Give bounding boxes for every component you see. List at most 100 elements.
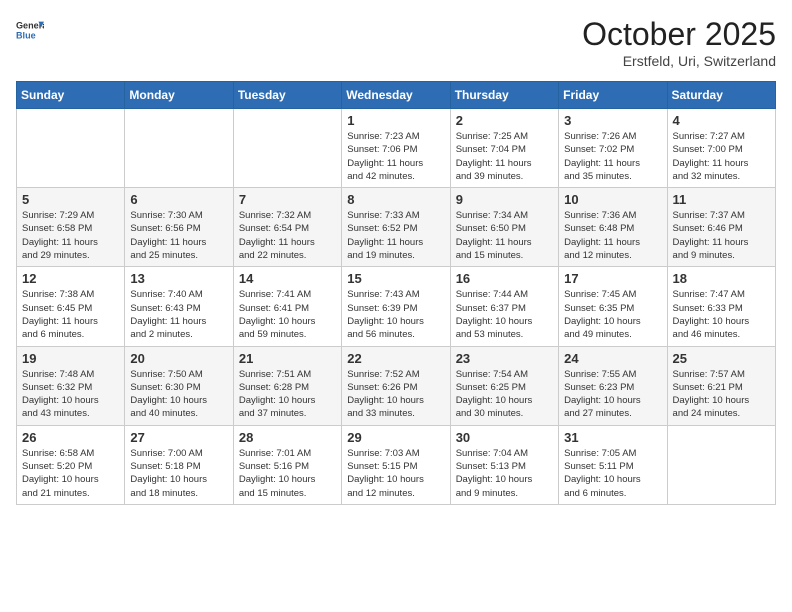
calendar-cell: 18 Sunrise: 7:47 AM Sunset: 6:33 PM Dayli…	[667, 267, 775, 346]
weekday-header-friday: Friday	[559, 82, 667, 109]
day-info: Sunrise: 7:37 AM Sunset: 6:46 PM Dayligh…	[673, 209, 770, 262]
weekday-header-row: SundayMondayTuesdayWednesdayThursdayFrid…	[17, 82, 776, 109]
calendar-cell: 28 Sunrise: 7:01 AM Sunset: 5:16 PM Dayli…	[233, 425, 341, 504]
day-number: 20	[130, 351, 227, 366]
day-number: 30	[456, 430, 553, 445]
calendar-cell: 29 Sunrise: 7:03 AM Sunset: 5:15 PM Dayli…	[342, 425, 450, 504]
weekday-header-saturday: Saturday	[667, 82, 775, 109]
calendar-cell: 5 Sunrise: 7:29 AM Sunset: 6:58 PM Daylig…	[17, 188, 125, 267]
calendar-cell: 22 Sunrise: 7:52 AM Sunset: 6:26 PM Dayli…	[342, 346, 450, 425]
day-info: Sunrise: 7:33 AM Sunset: 6:52 PM Dayligh…	[347, 209, 444, 262]
day-info: Sunrise: 7:48 AM Sunset: 6:32 PM Dayligh…	[22, 368, 119, 421]
day-info: Sunrise: 7:57 AM Sunset: 6:21 PM Dayligh…	[673, 368, 770, 421]
calendar-cell: 21 Sunrise: 7:51 AM Sunset: 6:28 PM Dayli…	[233, 346, 341, 425]
day-info: Sunrise: 7:54 AM Sunset: 6:25 PM Dayligh…	[456, 368, 553, 421]
day-number: 13	[130, 271, 227, 286]
day-info: Sunrise: 7:51 AM Sunset: 6:28 PM Dayligh…	[239, 368, 336, 421]
day-number: 15	[347, 271, 444, 286]
day-info: Sunrise: 7:45 AM Sunset: 6:35 PM Dayligh…	[564, 288, 661, 341]
weekday-header-tuesday: Tuesday	[233, 82, 341, 109]
day-number: 9	[456, 192, 553, 207]
calendar-week-3: 12 Sunrise: 7:38 AM Sunset: 6:45 PM Dayli…	[17, 267, 776, 346]
calendar-cell: 13 Sunrise: 7:40 AM Sunset: 6:43 PM Dayli…	[125, 267, 233, 346]
calendar-cell: 17 Sunrise: 7:45 AM Sunset: 6:35 PM Dayli…	[559, 267, 667, 346]
calendar-cell: 25 Sunrise: 7:57 AM Sunset: 6:21 PM Dayli…	[667, 346, 775, 425]
day-info: Sunrise: 7:25 AM Sunset: 7:04 PM Dayligh…	[456, 130, 553, 183]
day-info: Sunrise: 7:38 AM Sunset: 6:45 PM Dayligh…	[22, 288, 119, 341]
day-number: 3	[564, 113, 661, 128]
weekday-header-sunday: Sunday	[17, 82, 125, 109]
day-info: Sunrise: 7:01 AM Sunset: 5:16 PM Dayligh…	[239, 447, 336, 500]
day-number: 1	[347, 113, 444, 128]
day-info: Sunrise: 7:50 AM Sunset: 6:30 PM Dayligh…	[130, 368, 227, 421]
day-number: 12	[22, 271, 119, 286]
day-number: 27	[130, 430, 227, 445]
page-header: General Blue October 2025 Erstfeld, Uri,…	[16, 16, 776, 69]
calendar-cell: 7 Sunrise: 7:32 AM Sunset: 6:54 PM Daylig…	[233, 188, 341, 267]
calendar-cell: 11 Sunrise: 7:37 AM Sunset: 6:46 PM Dayli…	[667, 188, 775, 267]
calendar-cell: 1 Sunrise: 7:23 AM Sunset: 7:06 PM Daylig…	[342, 109, 450, 188]
day-number: 17	[564, 271, 661, 286]
calendar-cell: 30Sunrise: 7:04 AM Sunset: 5:13 PM Dayli…	[450, 425, 558, 504]
location-subtitle: Erstfeld, Uri, Switzerland	[582, 53, 776, 69]
calendar-cell: 16 Sunrise: 7:44 AM Sunset: 6:37 PM Dayli…	[450, 267, 558, 346]
day-info: Sunrise: 7:40 AM Sunset: 6:43 PM Dayligh…	[130, 288, 227, 341]
weekday-header-wednesday: Wednesday	[342, 82, 450, 109]
calendar-cell: 23Sunrise: 7:54 AM Sunset: 6:25 PM Dayli…	[450, 346, 558, 425]
day-info: Sunrise: 7:41 AM Sunset: 6:41 PM Dayligh…	[239, 288, 336, 341]
day-number: 31	[564, 430, 661, 445]
calendar-cell: 9 Sunrise: 7:34 AM Sunset: 6:50 PM Daylig…	[450, 188, 558, 267]
day-number: 22	[347, 351, 444, 366]
weekday-header-thursday: Thursday	[450, 82, 558, 109]
day-number: 5	[22, 192, 119, 207]
day-number: 7	[239, 192, 336, 207]
day-number: 21	[239, 351, 336, 366]
calendar-week-5: 26Sunrise: 6:58 AM Sunset: 5:20 PM Dayli…	[17, 425, 776, 504]
day-info: Sunrise: 7:47 AM Sunset: 6:33 PM Dayligh…	[673, 288, 770, 341]
day-info: Sunrise: 7:55 AM Sunset: 6:23 PM Dayligh…	[564, 368, 661, 421]
day-number: 16	[456, 271, 553, 286]
day-number: 25	[673, 351, 770, 366]
calendar-week-4: 19 Sunrise: 7:48 AM Sunset: 6:32 PM Dayli…	[17, 346, 776, 425]
calendar-cell: 19 Sunrise: 7:48 AM Sunset: 6:32 PM Dayli…	[17, 346, 125, 425]
day-info: Sunrise: 7:26 AM Sunset: 7:02 PM Dayligh…	[564, 130, 661, 183]
calendar-cell: 3 Sunrise: 7:26 AM Sunset: 7:02 PM Daylig…	[559, 109, 667, 188]
calendar-cell: 14 Sunrise: 7:41 AM Sunset: 6:41 PM Dayli…	[233, 267, 341, 346]
day-info: Sunrise: 7:32 AM Sunset: 6:54 PM Dayligh…	[239, 209, 336, 262]
day-info: Sunrise: 7:29 AM Sunset: 6:58 PM Dayligh…	[22, 209, 119, 262]
day-info: Sunrise: 7:27 AM Sunset: 7:00 PM Dayligh…	[673, 130, 770, 183]
day-info: Sunrise: 7:43 AM Sunset: 6:39 PM Dayligh…	[347, 288, 444, 341]
calendar-cell: 12 Sunrise: 7:38 AM Sunset: 6:45 PM Dayli…	[17, 267, 125, 346]
calendar-cell: 24Sunrise: 7:55 AM Sunset: 6:23 PM Dayli…	[559, 346, 667, 425]
day-info: Sunrise: 7:03 AM Sunset: 5:15 PM Dayligh…	[347, 447, 444, 500]
calendar-cell	[125, 109, 233, 188]
day-number: 26	[22, 430, 119, 445]
day-number: 29	[347, 430, 444, 445]
calendar-week-1: 1 Sunrise: 7:23 AM Sunset: 7:06 PM Daylig…	[17, 109, 776, 188]
day-number: 19	[22, 351, 119, 366]
day-number: 14	[239, 271, 336, 286]
day-number: 18	[673, 271, 770, 286]
day-info: Sunrise: 7:36 AM Sunset: 6:48 PM Dayligh…	[564, 209, 661, 262]
day-info: Sunrise: 7:23 AM Sunset: 7:06 PM Dayligh…	[347, 130, 444, 183]
day-number: 11	[673, 192, 770, 207]
day-info: Sunrise: 7:00 AM Sunset: 5:18 PM Dayligh…	[130, 447, 227, 500]
calendar-cell: 26Sunrise: 6:58 AM Sunset: 5:20 PM Dayli…	[17, 425, 125, 504]
calendar-cell: 4Sunrise: 7:27 AM Sunset: 7:00 PM Daylig…	[667, 109, 775, 188]
day-info: Sunrise: 7:34 AM Sunset: 6:50 PM Dayligh…	[456, 209, 553, 262]
svg-text:Blue: Blue	[16, 30, 36, 40]
day-number: 2	[456, 113, 553, 128]
calendar-cell: 2 Sunrise: 7:25 AM Sunset: 7:04 PM Daylig…	[450, 109, 558, 188]
day-info: Sunrise: 7:44 AM Sunset: 6:37 PM Dayligh…	[456, 288, 553, 341]
logo-icon: General Blue	[16, 16, 44, 44]
day-info: Sunrise: 7:30 AM Sunset: 6:56 PM Dayligh…	[130, 209, 227, 262]
day-info: Sunrise: 7:05 AM Sunset: 5:11 PM Dayligh…	[564, 447, 661, 500]
day-number: 28	[239, 430, 336, 445]
calendar-cell: 31 Sunrise: 7:05 AM Sunset: 5:11 PM Dayli…	[559, 425, 667, 504]
day-info: Sunrise: 7:52 AM Sunset: 6:26 PM Dayligh…	[347, 368, 444, 421]
calendar-week-2: 5 Sunrise: 7:29 AM Sunset: 6:58 PM Daylig…	[17, 188, 776, 267]
day-number: 10	[564, 192, 661, 207]
calendar-cell: 20 Sunrise: 7:50 AM Sunset: 6:30 PM Dayli…	[125, 346, 233, 425]
calendar-cell: 27 Sunrise: 7:00 AM Sunset: 5:18 PM Dayli…	[125, 425, 233, 504]
month-title: October 2025	[582, 16, 776, 53]
